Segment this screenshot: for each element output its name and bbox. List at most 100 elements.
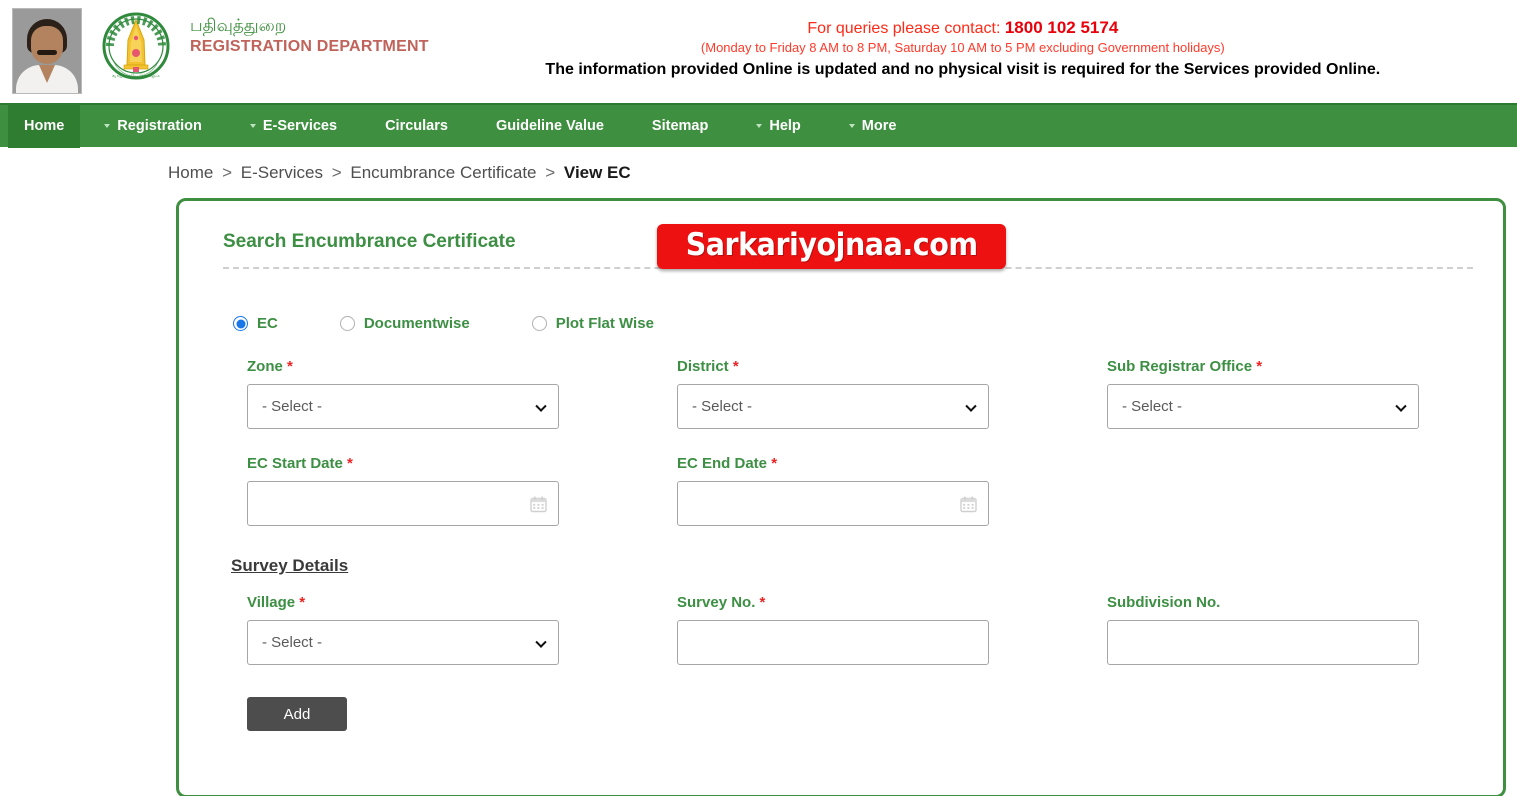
nav-item-label: Circulars	[385, 118, 448, 134]
radio-indicator-documentwise[interactable]	[339, 316, 355, 331]
subdivision-no-input[interactable]	[1107, 620, 1419, 665]
nav-item-label: More	[861, 118, 897, 134]
nav-item-label: Sitemap	[651, 118, 709, 134]
required-asterisk: *	[299, 594, 306, 611]
ec-start-date-wrapper	[247, 481, 559, 526]
form-row-survey: Village * - Select - Survey No. * Subdiv…	[247, 594, 1477, 665]
site-watermark-badge: Sarkariyojnaa.com	[657, 224, 1007, 269]
add-survey-button[interactable]: Add	[247, 697, 347, 731]
search-mode-radio-group: EC Documentwise Plot Flat Wise	[233, 315, 1477, 332]
breadcrumb-separator: >	[222, 163, 233, 182]
sub-registrar-office-label-text: Sub Registrar Office	[1107, 358, 1253, 375]
survey-details-section: Survey Details Village * - Select - Surv…	[205, 526, 1477, 731]
radio-option-plot-flat-wise[interactable]: Plot Flat Wise	[531, 315, 654, 332]
field-group-subdivision-no: Subdivision No.	[1107, 594, 1503, 665]
district-select[interactable]: - Select -	[677, 384, 989, 429]
nav-item-help[interactable]: Help	[732, 118, 824, 134]
radio-label-documentwise: Documentwise	[363, 315, 470, 332]
chief-minister-photo	[12, 8, 82, 94]
helpline-number: 1800 102 5174	[1004, 18, 1119, 37]
radio-option-ec[interactable]: EC	[233, 315, 278, 332]
nav-item-label: E-Services	[262, 118, 338, 134]
radio-option-documentwise[interactable]: Documentwise	[339, 315, 470, 332]
ec-start-date-label-text: EC Start Date	[247, 455, 343, 472]
sub-registrar-office-select-wrapper: - Select -	[1107, 384, 1419, 429]
breadcrumb-item-encumbrance-certificate[interactable]: Encumbrance Certificate	[350, 163, 536, 182]
ec-start-date-input[interactable]	[247, 481, 559, 526]
radio-label-ec: EC	[257, 315, 278, 332]
nav-item-label: Home	[24, 118, 65, 134]
nav-item-home[interactable]: Home	[8, 104, 81, 148]
svg-text:வாய்மையே வெல்லும்: வாய்மையே வெல்லும்	[112, 73, 160, 79]
survey-no-input[interactable]	[677, 620, 989, 665]
department-name-english: REGISTRATION DEPARTMENT	[190, 38, 429, 56]
ec-end-date-label: EC End Date *	[677, 455, 1107, 472]
ec-end-date-input[interactable]	[677, 481, 989, 526]
form-row-location: Zone * - Select - District * - Select - …	[247, 358, 1477, 429]
nav-item-more[interactable]: More	[825, 118, 921, 134]
subdivision-no-wrapper	[1107, 620, 1419, 665]
site-header: வாய்மையே வெல்லும் பதிவுத்துறை REGISTRATI…	[0, 0, 1517, 103]
department-name-tamil: பதிவுத்துறை	[190, 16, 287, 35]
online-service-notice: The information provided Online is updat…	[545, 61, 1381, 78]
breadcrumb-item-e-services[interactable]: E-Services	[241, 163, 323, 182]
field-group-district: District * - Select -	[677, 358, 1107, 429]
chevron-down-icon	[249, 124, 256, 128]
district-label: District *	[677, 358, 1107, 375]
required-asterisk: *	[287, 358, 293, 375]
nav-item-guideline-value[interactable]: Guideline Value	[472, 118, 628, 134]
ec-end-date-wrapper	[677, 481, 989, 526]
contact-prefix: For queries please contact:	[807, 20, 1005, 37]
required-asterisk: *	[347, 455, 353, 472]
subdivision-no-label-text: Subdivision No.	[1107, 594, 1221, 611]
field-group-survey-no: Survey No. *	[677, 594, 1107, 665]
department-title-block: பதிவுத்துறை REGISTRATION DEPARTMENT	[190, 16, 429, 56]
village-select[interactable]: - Select -	[247, 620, 559, 665]
field-group-village: Village * - Select -	[247, 594, 677, 665]
breadcrumb-separator: >	[545, 163, 556, 182]
radio-indicator-plot-flat-wise[interactable]	[531, 316, 547, 331]
survey-no-label: Survey No. *	[677, 594, 1107, 611]
required-asterisk: *	[732, 358, 739, 375]
village-label-text: Village	[247, 594, 296, 611]
district-select-wrapper: - Select -	[677, 384, 989, 429]
search-ec-card: Search Encumbrance Certificate EC Docume…	[176, 198, 1506, 796]
sub-registrar-office-select[interactable]: - Select -	[1107, 384, 1419, 429]
zone-label-text: Zone	[247, 358, 283, 375]
chevron-down-icon	[756, 124, 763, 128]
nav-item-e-services[interactable]: E-Services	[226, 118, 361, 134]
required-asterisk: *	[759, 594, 766, 611]
breadcrumb-item-home[interactable]: Home	[168, 163, 213, 182]
ec-start-date-label: EC Start Date *	[247, 455, 677, 472]
zone-label: Zone *	[247, 358, 677, 375]
zone-select-wrapper: - Select -	[247, 384, 559, 429]
contact-info-block: For queries please contact: 1800 102 517…	[429, 0, 1517, 79]
field-group-ec-start-date: EC Start Date *	[247, 455, 677, 526]
village-label: Village *	[247, 594, 677, 611]
survey-details-heading: Survey Details	[231, 556, 349, 575]
tamil-nadu-state-emblem-icon: வாய்மையே வெல்லும்	[100, 10, 172, 82]
form-row-dates: EC Start Date * EC End Date *	[247, 455, 1477, 526]
watermark-text: Sarkariyojnaa.com	[685, 227, 978, 263]
district-label-text: District	[677, 358, 729, 375]
required-asterisk: *	[1256, 358, 1263, 375]
nav-item-label: Help	[769, 118, 801, 134]
nav-item-label: Guideline Value	[495, 118, 604, 134]
subdivision-no-label: Subdivision No.	[1107, 594, 1503, 611]
field-group-dates-spacer	[1107, 455, 1503, 526]
nav-item-circulars[interactable]: Circulars	[361, 118, 472, 134]
village-select-wrapper: - Select -	[247, 620, 559, 665]
chevron-down-icon	[848, 124, 855, 128]
nav-item-label: Registration	[117, 118, 202, 134]
zone-select[interactable]: - Select -	[247, 384, 559, 429]
radio-indicator-ec[interactable]	[233, 316, 248, 331]
nav-item-sitemap[interactable]: Sitemap	[628, 118, 732, 134]
survey-no-wrapper	[677, 620, 989, 665]
nav-item-registration[interactable]: Registration	[80, 118, 226, 134]
page-root: வாய்மையே வெல்லும் பதிவுத்துறை REGISTRATI…	[0, 0, 1517, 796]
ec-end-date-label-text: EC End Date	[677, 455, 768, 472]
required-asterisk: *	[771, 455, 778, 472]
breadcrumb: Home > E-Services > Encumbrance Certific…	[0, 147, 1517, 193]
contact-hours: (Monday to Friday 8 AM to 8 PM, Saturday…	[700, 40, 1225, 55]
field-group-ec-end-date: EC End Date *	[677, 455, 1107, 526]
